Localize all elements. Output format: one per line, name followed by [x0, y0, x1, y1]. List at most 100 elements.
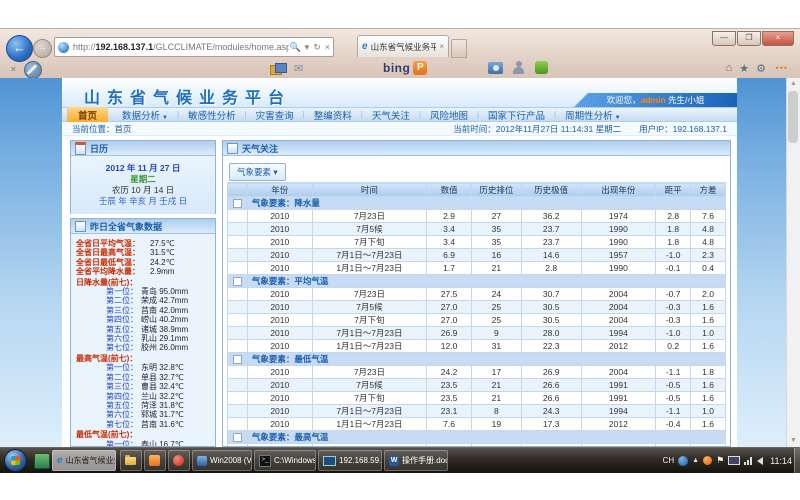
- mail-icon[interactable]: ✉: [294, 62, 303, 75]
- table-cell: 2004: [581, 301, 656, 314]
- back-button[interactable]: ←: [6, 35, 33, 62]
- language-indicator[interactable]: CH: [663, 456, 675, 465]
- start-button[interactable]: [4, 449, 27, 472]
- table-cell: 2004: [581, 288, 656, 301]
- rank-label: 第七位：: [102, 420, 138, 429]
- weather-focus-title: 天气关注: [242, 142, 278, 155]
- table-cell: 7.6: [691, 210, 726, 223]
- rank-row: 第七位：胶州 26.0mm: [76, 343, 210, 352]
- nav-item-4[interactable]: 整编资料: [305, 108, 361, 122]
- nav-item-6[interactable]: 风险地图: [421, 108, 477, 122]
- bing-logo[interactable]: bing: [383, 61, 410, 75]
- group-checkbox[interactable]: [233, 277, 242, 286]
- quick-launch-icon[interactable]: [34, 453, 50, 469]
- stat-label: 全省平均降水量：: [76, 267, 150, 276]
- nav-item-2[interactable]: 敏感性分析: [179, 108, 245, 122]
- nav-item-3[interactable]: 灾害查询: [247, 108, 303, 122]
- calendar-weekday: 星期二: [71, 174, 215, 185]
- commandbar-close-icon[interactable]: ✕: [10, 65, 17, 74]
- nav-item-7[interactable]: 国家下行产品: [479, 108, 554, 122]
- nav-item-5[interactable]: 天气关注: [363, 108, 419, 122]
- rank-label: 第三位：: [102, 382, 138, 391]
- favorites-star-icon[interactable]: ★: [739, 62, 749, 75]
- taskbar-button-ie[interactable]: e山东省气候业务平...: [52, 450, 116, 471]
- group-checkbox[interactable]: [233, 355, 242, 364]
- table-cell: 25: [471, 301, 521, 314]
- rank-row: 第五位：诸城 38.9mm: [76, 325, 210, 334]
- table-cell: 1990: [581, 223, 656, 236]
- browser-tab[interactable]: e 山东省气候业务平... ×: [357, 35, 449, 57]
- scroll-down-icon[interactable]: ▼: [787, 435, 800, 447]
- table-cell: 26.9: [521, 366, 581, 379]
- table-cell: 7月下旬: [312, 392, 427, 405]
- nav-item-0[interactable]: 首页: [67, 107, 108, 123]
- maximize-button[interactable]: ❐: [737, 31, 761, 46]
- group-checkbox[interactable]: [233, 199, 242, 208]
- table-cell: 7月5候: [312, 379, 427, 392]
- nav-item-1[interactable]: 数据分析▼: [113, 108, 177, 122]
- more-dots-icon[interactable]: •••: [776, 63, 788, 73]
- show-desktop-button[interactable]: [794, 448, 800, 473]
- clock[interactable]: 11:14: [770, 456, 792, 466]
- table-cell: 14.6: [521, 249, 581, 262]
- firefox-tray-icon[interactable]: [703, 456, 712, 465]
- current-time: 当前时间：2012年11月27日 11:14:31 星期二: [453, 123, 621, 135]
- home-icon[interactable]: ⌂: [726, 62, 733, 75]
- chevron-down-icon[interactable]: ▾: [305, 42, 310, 53]
- scrollbar-thumb[interactable]: [788, 91, 798, 143]
- table-cell: 1.7: [427, 262, 472, 275]
- display-tray-icon[interactable]: [728, 456, 740, 465]
- address-bar[interactable]: http://192.168.137.1/GLCCLIMATE/modules/…: [54, 37, 334, 57]
- puzzle-icon[interactable]: [535, 61, 548, 74]
- calendar-panel-title: 日历: [90, 142, 108, 155]
- tab-close-icon[interactable]: ×: [439, 42, 444, 51]
- minimize-button[interactable]: —: [712, 31, 736, 46]
- table-cell: 6.9: [427, 249, 472, 262]
- taskbar-button-rdp[interactable]: 192.168.59.99...: [318, 450, 382, 471]
- table-cell: 7月1日～7月23日: [312, 327, 427, 340]
- network-icon[interactable]: [744, 457, 753, 465]
- table-cell: 1994: [581, 405, 656, 418]
- taskbar: CH ▲ ⚑ 11:14 e山东省气候业务平... Win2008 (VS2...…: [0, 447, 800, 473]
- scroll-up-icon[interactable]: ▲: [787, 78, 800, 90]
- new-tab-button[interactable]: [451, 39, 467, 58]
- column-header: 年份: [247, 183, 312, 197]
- table-cell: 27.0: [427, 301, 472, 314]
- table-cell: 25: [471, 314, 521, 327]
- table-cell: 2010: [247, 366, 312, 379]
- calendar-icon: [75, 142, 86, 155]
- column-header: 方差: [691, 183, 726, 197]
- refresh-icon[interactable]: ↻: [313, 42, 321, 53]
- bing-toolbar[interactable]: bing P: [383, 61, 427, 75]
- taskbar-button-folder[interactable]: [120, 450, 142, 471]
- page-scrollbar[interactable]: ▲ ▼: [786, 78, 800, 447]
- folder-icon: [125, 457, 136, 465]
- nav-item-8[interactable]: 周期性分析▼: [556, 108, 629, 122]
- element-filter-button[interactable]: 气象要素 ▾: [229, 163, 286, 181]
- page-content: 山东省气候业务平台 欢迎您，admin 先生/小姐 首页数据分析▼|敏感性分析|…: [62, 78, 737, 447]
- tray-expand-icon[interactable]: ▲: [692, 457, 699, 464]
- action-center-flag-icon[interactable]: ⚑: [716, 455, 724, 466]
- ime-icon[interactable]: [678, 456, 688, 466]
- table-cell: 12.0: [427, 340, 472, 353]
- table-cell: 1.8: [656, 236, 691, 249]
- search-icon[interactable]: 🔍: [289, 42, 300, 53]
- tools-gear-icon[interactable]: ⚙: [756, 62, 766, 75]
- taskbar-button-cmd[interactable]: >_C:\Windows\s...: [254, 450, 316, 471]
- forward-button[interactable]: →: [33, 39, 52, 58]
- taskbar-button-win[interactable]: Win2008 (VS2...: [192, 450, 252, 471]
- taskbar-button-word[interactable]: W操作手册.docx ...: [384, 450, 448, 471]
- url-text[interactable]: http://192.168.137.1/GLCCLIMATE/modules/…: [73, 42, 289, 52]
- bing-p-icon[interactable]: P: [413, 61, 427, 75]
- cards-icon[interactable]: [270, 63, 285, 74]
- person-icon[interactable]: [512, 61, 525, 74]
- close-button[interactable]: ×: [762, 31, 794, 46]
- stop-icon[interactable]: ×: [325, 42, 330, 52]
- taskbar-button-orange[interactable]: [144, 450, 166, 471]
- group-checkbox[interactable]: [233, 433, 242, 442]
- camera-icon[interactable]: [488, 62, 503, 74]
- addon-circle-icon[interactable]: [24, 61, 42, 79]
- table-cell: 27.0: [427, 314, 472, 327]
- taskbar-button-red[interactable]: [168, 450, 190, 471]
- volume-icon[interactable]: [757, 457, 763, 465]
